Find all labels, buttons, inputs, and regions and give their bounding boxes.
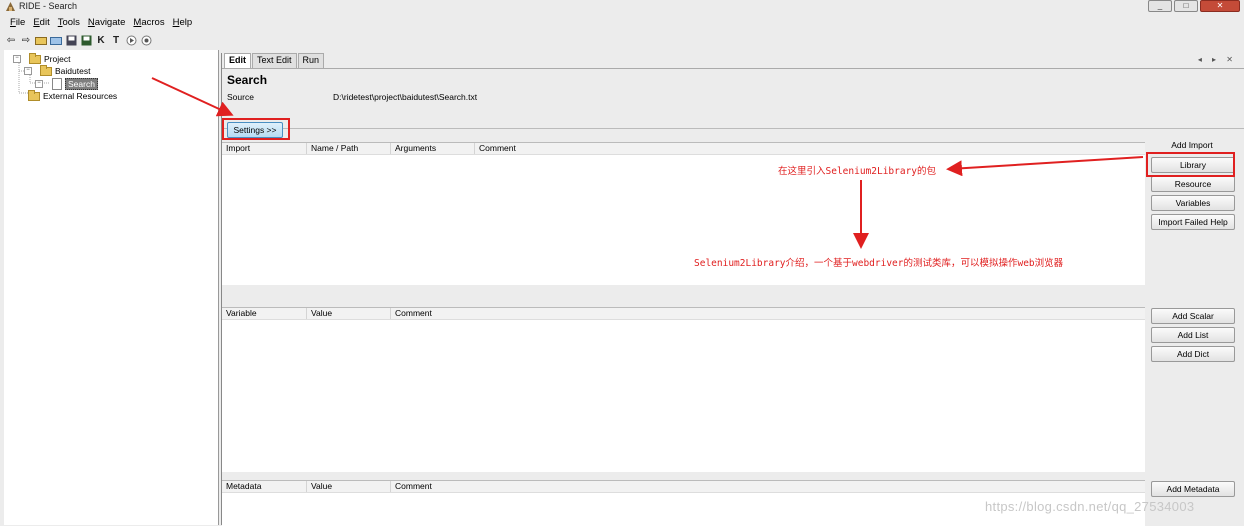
run-icon[interactable] <box>125 34 137 46</box>
tab-edit[interactable]: Edit <box>224 53 251 68</box>
import-failed-help-button[interactable]: Import Failed Help <box>1151 214 1235 230</box>
collapse-icon[interactable]: − <box>35 80 43 88</box>
project-tree: − Project − Baidutest − Search External … <box>4 50 219 525</box>
selenium-annotation-text: Selenium2Library介绍，一个基于webdriver的测试类库，可以… <box>694 258 1064 269</box>
add-metadata-button[interactable]: Add Metadata <box>1151 481 1235 497</box>
keyword-search-icon[interactable]: K <box>95 34 107 46</box>
test-search-icon[interactable]: T <box>110 34 122 46</box>
tree-item-baidutest[interactable]: − Baidutest <box>24 64 91 76</box>
save-all-icon[interactable] <box>80 34 92 46</box>
tree-item-external-resources[interactable]: External Resources <box>28 89 118 101</box>
tree-item-label: External Resources <box>43 91 118 101</box>
column-header-name-path[interactable]: Name / Path <box>307 143 391 154</box>
maximize-button[interactable]: □ <box>1174 0 1198 12</box>
save-icon[interactable] <box>65 34 77 46</box>
stop-icon[interactable] <box>140 34 152 46</box>
variable-table-header: Variable Value Comment <box>222 308 1145 320</box>
column-header-metadata[interactable]: Metadata <box>222 481 307 492</box>
tree-item-project[interactable]: − Project <box>13 52 71 64</box>
import-table-header: Import Name / Path Arguments Comment <box>222 143 1145 155</box>
tree-item-search[interactable]: − Search <box>35 78 98 90</box>
source-path: D:\ridetest\project\baidutest\Search.txt <box>333 92 478 102</box>
library-highlight-box <box>1146 152 1235 177</box>
add-list-button[interactable]: Add List <box>1151 327 1235 343</box>
variables-button[interactable]: Variables <box>1151 195 1235 211</box>
tab-text-edit[interactable]: Text Edit <box>252 53 297 68</box>
tab-navigation-controls[interactable]: ◂ ▸ ✕ <box>1198 55 1237 64</box>
add-dict-button[interactable]: Add Dict <box>1151 346 1235 362</box>
tab-run[interactable]: Run <box>297 53 325 68</box>
variable-table[interactable]: Variable Value Comment <box>222 307 1145 472</box>
column-header-arguments[interactable]: Arguments <box>391 143 475 154</box>
column-header-value[interactable]: Value <box>307 481 391 492</box>
watermark: https://blog.csdn.net/qq_27534003 <box>985 499 1195 514</box>
collapse-icon[interactable]: − <box>24 67 32 75</box>
toolbar: ⇦ ⇨ K T <box>5 32 152 48</box>
source-label: Source <box>227 92 254 102</box>
tree-item-label: Baidutest <box>55 66 91 76</box>
add-import-label: Add Import <box>1171 140 1213 150</box>
column-header-value[interactable]: Value <box>307 308 391 319</box>
editor-panel: Edit Text Edit Run ◂ ▸ ✕ Search Source D… <box>221 53 1244 526</box>
tree-item-label: Project <box>44 54 71 64</box>
resource-button[interactable]: Resource <box>1151 176 1235 192</box>
settings-separator <box>222 128 1244 129</box>
settings-highlight-box <box>222 118 290 140</box>
folder-icon <box>40 64 52 76</box>
open-directory-icon[interactable] <box>50 34 62 46</box>
menu-navigate[interactable]: Navigate <box>88 16 126 30</box>
title-bar: RIDE - Search _ □ ✕ <box>0 0 1244 14</box>
ride-app-icon <box>6 2 15 11</box>
metadata-table-header: Metadata Value Comment <box>222 481 1145 493</box>
menu-help[interactable]: Help <box>173 16 193 30</box>
menu-file[interactable]: File <box>10 16 25 30</box>
back-icon[interactable]: ⇦ <box>5 34 17 46</box>
editor-tabs: Edit Text Edit Run <box>224 53 325 68</box>
library-annotation-text: 在这里引入Selenium2Library的包 <box>778 166 937 177</box>
close-window-button[interactable]: ✕ <box>1200 0 1240 12</box>
folder-icon <box>29 52 41 64</box>
open-folder-icon[interactable] <box>35 34 47 46</box>
menu-edit[interactable]: Edit <box>33 16 49 30</box>
menu-bar: File Edit Tools Navigate Macros Help <box>0 16 1244 30</box>
folder-icon <box>28 89 40 101</box>
minimize-button[interactable]: _ <box>1148 0 1172 12</box>
tab-divider <box>222 68 1244 69</box>
page-title: Search <box>227 73 268 87</box>
collapse-icon[interactable]: − <box>13 55 21 63</box>
column-header-variable[interactable]: Variable <box>222 308 307 319</box>
forward-icon[interactable]: ⇨ <box>20 34 32 46</box>
add-scalar-button[interactable]: Add Scalar <box>1151 308 1235 324</box>
column-header-comment[interactable]: Comment <box>391 481 1145 492</box>
column-header-import[interactable]: Import <box>222 143 307 154</box>
menu-macros[interactable]: Macros <box>133 16 164 30</box>
menu-tools[interactable]: Tools <box>58 16 80 30</box>
column-header-comment[interactable]: Comment <box>475 143 1145 154</box>
column-header-comment[interactable]: Comment <box>391 308 1145 319</box>
window-title: RIDE - Search <box>19 1 78 11</box>
window-controls: _ □ ✕ <box>1148 0 1240 12</box>
file-icon <box>52 78 62 90</box>
tree-item-label: Search <box>65 78 98 90</box>
